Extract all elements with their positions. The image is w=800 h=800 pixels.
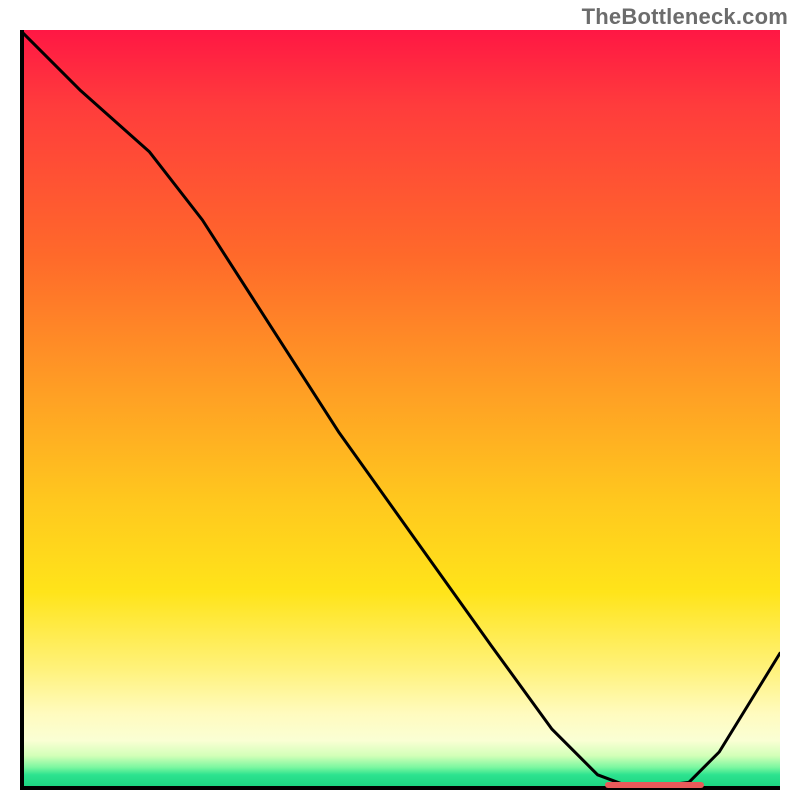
- optimal-range-marker: [605, 782, 704, 788]
- attribution-text: TheBottleneck.com: [582, 4, 788, 30]
- bottleneck-curve: [20, 30, 780, 790]
- curve-path: [20, 30, 780, 786]
- chart-plot-area: [20, 30, 780, 790]
